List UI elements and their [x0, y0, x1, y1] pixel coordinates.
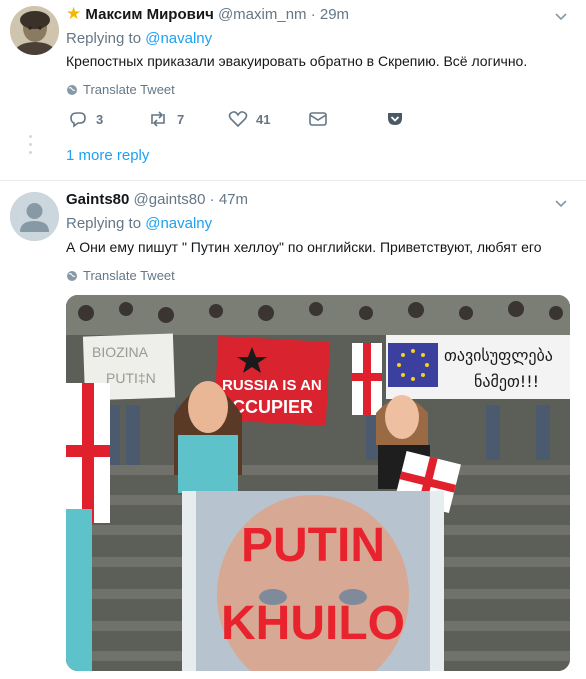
banner-georgian-line1: თავისუფლება — [444, 346, 553, 365]
reply-button[interactable]: 3 — [68, 110, 103, 128]
retweet-icon — [151, 111, 165, 127]
timestamp[interactable]: 47m — [219, 191, 248, 208]
separator: · — [209, 191, 215, 208]
tweet-photo[interactable]: BIOZINA PUTI‡N RUSSIA IS AN OCCUPIER თავ… — [66, 295, 570, 671]
envelope-icon — [309, 112, 327, 126]
mention-link[interactable]: @navalny — [145, 30, 212, 47]
poster-line1: PUTIN — [241, 519, 385, 572]
tweet-text: Крепостных приказали эвакуировать обратн… — [66, 53, 528, 69]
reply-count: 3 — [96, 111, 104, 127]
banner-russia-line1: RUSSIA IS AN — [222, 377, 322, 394]
poster-line2: KHUILO — [221, 597, 405, 650]
like-count: 41 — [256, 111, 271, 127]
timestamp[interactable]: 29m — [320, 6, 349, 23]
heart-icon — [228, 111, 248, 128]
globe-icon — [67, 84, 77, 95]
chevron-down-icon[interactable] — [554, 9, 568, 23]
user-handle[interactable]: @gaints80 — [134, 191, 206, 208]
pocket-icon — [388, 113, 402, 125]
star-icon: ★ — [66, 4, 82, 23]
tweet-header: Gaints80 @gaints80 · 47m — [66, 191, 248, 208]
divider — [0, 180, 586, 181]
separator: · — [310, 6, 316, 23]
avatar[interactable] — [10, 6, 59, 55]
replying-to: Replying to @navalny — [66, 215, 213, 232]
tweet-header: ★ Максим Мирович @maxim_nm · 29m — [66, 4, 349, 24]
mention-link[interactable]: @navalny — [145, 215, 212, 232]
more-replies-link[interactable]: 1 more reply — [66, 147, 149, 164]
banner-georgian-line2: ნამეთ!!! — [474, 372, 539, 391]
retweet-count: 7 — [177, 111, 185, 127]
translate-tweet-link[interactable]: Translate Tweet — [66, 268, 175, 283]
globe-icon — [67, 270, 77, 281]
translate-tweet-link[interactable]: Translate Tweet — [66, 82, 175, 97]
display-name[interactable]: Максим Мирович — [85, 6, 213, 23]
chevron-down-icon[interactable] — [554, 196, 568, 210]
pocket-save-button[interactable] — [386, 110, 404, 128]
thread-connector — [29, 135, 33, 159]
sign-biozina-text: BIOZINA — [92, 344, 149, 360]
tweet-text: А Они ему пишут " Путин хеллоу" по онгли… — [66, 239, 542, 255]
reply-icon — [70, 112, 86, 128]
user-handle[interactable]: @maxim_nm — [218, 6, 307, 23]
like-button[interactable]: 41 — [228, 110, 270, 128]
sign-putin-text: PUTI‡N — [106, 370, 156, 386]
replying-to: Replying to @navalny — [66, 30, 213, 47]
avatar[interactable] — [10, 192, 59, 241]
display-name[interactable]: Gaints80 — [66, 191, 129, 208]
direct-message-button[interactable] — [308, 110, 328, 128]
retweet-button[interactable]: 7 — [147, 110, 184, 128]
